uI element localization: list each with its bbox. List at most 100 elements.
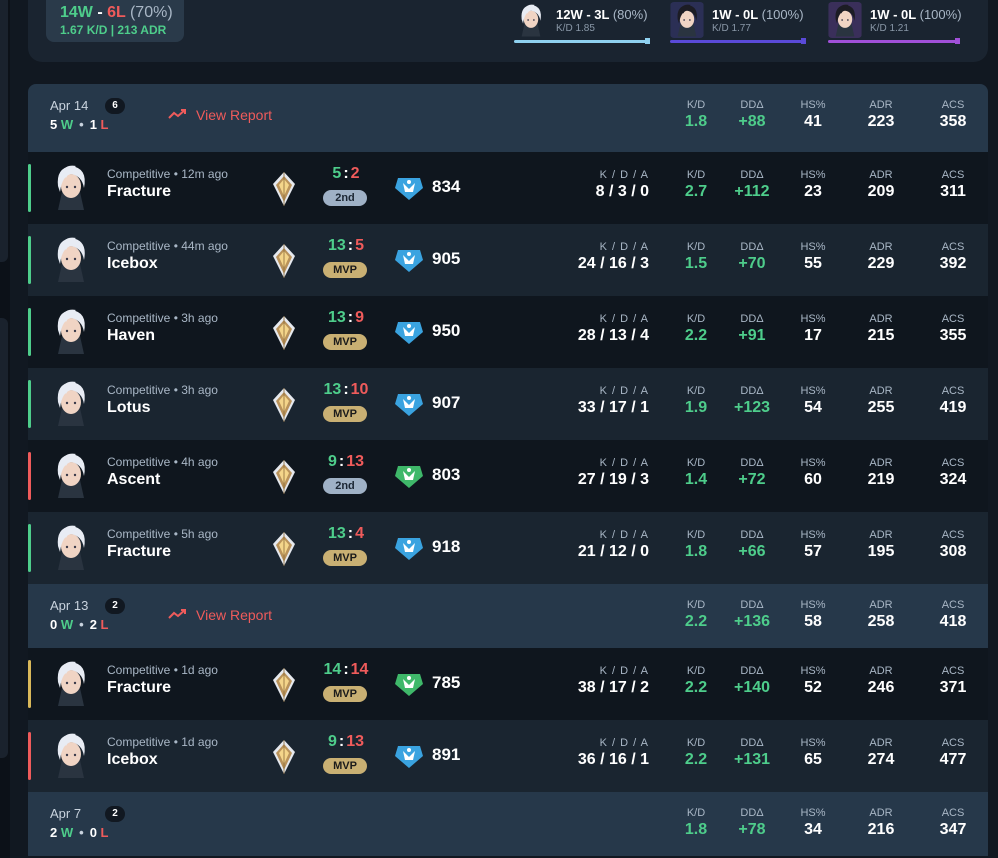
day-date: Apr 14 xyxy=(50,98,89,113)
agent-portrait-icon xyxy=(48,522,94,572)
stat-adr: ADR 215 xyxy=(867,313,895,344)
stat-kd: K/D 2.2 xyxy=(684,737,708,768)
stat-hs: HS% 17 xyxy=(800,313,826,344)
stat-acs: ACS 392 xyxy=(939,241,967,272)
agent-bar-end xyxy=(645,38,650,44)
match-row[interactable]: Competitive • 12m ago Fracture 5:2 2nd 8… xyxy=(28,152,988,224)
stat-kd: K/D 2.2 xyxy=(684,599,708,630)
match-mode-time: Competitive • 1d ago xyxy=(107,735,218,749)
summary-panel: 14W - 6L (70%) 1.67 K/D | 213 ADR 12W - … xyxy=(28,0,988,62)
stat-hs: HS% 52 xyxy=(800,665,826,696)
stat-kda: K / D / A 27 / 19 / 3 xyxy=(577,457,649,488)
result-indicator xyxy=(28,732,31,780)
result-indicator xyxy=(28,380,31,428)
day-match-count: 2 xyxy=(105,598,125,614)
map-name: Fracture xyxy=(107,543,172,560)
agent-bar xyxy=(670,40,806,43)
day-record: 5 W • 1 L xyxy=(50,117,109,132)
stat-adr: ADR 209 xyxy=(867,169,895,200)
match-row[interactable]: Competitive • 3h ago Haven 13:9 MVP 950 … xyxy=(28,296,988,368)
agent-kd: K/D 1.85 xyxy=(556,23,595,34)
map-name: Icebox xyxy=(107,255,158,272)
stat-kd: K/D 1.4 xyxy=(684,457,708,488)
stat-hs: HS% 60 xyxy=(800,457,826,488)
rr-tier-icon xyxy=(394,462,424,490)
stat-dd: DDΔ +70 xyxy=(738,241,766,272)
stat-dd: DDΔ +136 xyxy=(733,599,771,630)
agent-bar-end xyxy=(801,38,806,44)
rank-rating: 891 xyxy=(432,745,461,764)
match-row[interactable]: Competitive • 3h ago Lotus 13:10 MVP 907… xyxy=(28,368,988,440)
rr-tier-icon xyxy=(394,670,424,698)
agent-stat-1[interactable]: 12W - 3L (80%) K/D 1.85 xyxy=(514,2,650,44)
stat-kda: K / D / A 24 / 16 / 3 xyxy=(577,241,649,272)
stat-adr: ADR 195 xyxy=(867,529,895,560)
match-row[interactable]: Competitive • 1d ago Icebox 9:13 MVP 891… xyxy=(28,720,988,792)
result-indicator xyxy=(28,660,31,708)
stat-acs: ACS 419 xyxy=(939,385,967,416)
agent-winrate: (100%) xyxy=(919,7,962,22)
agent-portrait-icon xyxy=(48,234,94,284)
agent-portrait-icon xyxy=(48,306,94,356)
result-indicator xyxy=(28,236,31,284)
stat-kd: K/D 1.8 xyxy=(684,529,708,560)
result-indicator xyxy=(28,524,31,572)
agent-portrait-icon xyxy=(48,378,94,428)
agent-portrait-icon xyxy=(48,658,94,708)
stat-kda: K / D / A 33 / 17 / 1 xyxy=(577,385,649,416)
stat-hs: HS% 57 xyxy=(800,529,826,560)
rr-tier-icon xyxy=(394,318,424,346)
gold-rank-icon xyxy=(271,458,297,496)
agent-kd: K/D 1.21 xyxy=(870,23,909,34)
stat-acs: ACS 358 xyxy=(939,99,967,130)
view-report-label: View Report xyxy=(196,107,273,123)
stat-dd: DDΔ +78 xyxy=(738,807,766,838)
stat-acs: ACS 355 xyxy=(939,313,967,344)
stat-acs: ACS 347 xyxy=(939,807,967,838)
placement-badge: MVP xyxy=(323,686,367,702)
stat-dd: DDΔ +123 xyxy=(733,385,771,416)
match-mode-time: Competitive • 1d ago xyxy=(107,663,218,677)
map-name: Ascent xyxy=(107,471,161,488)
gold-rank-icon xyxy=(271,666,297,704)
stat-kd: K/D 1.8 xyxy=(684,99,708,130)
match-row[interactable]: Competitive • 4h ago Ascent 9:13 2nd 803… xyxy=(28,440,988,512)
stat-dd: DDΔ +140 xyxy=(733,665,771,696)
map-name: Fracture xyxy=(107,183,172,200)
agent-winrate: (100%) xyxy=(761,7,804,22)
stat-hs: HS% 65 xyxy=(800,737,826,768)
match-row[interactable]: Competitive • 5h ago Fracture 13:4 MVP 9… xyxy=(28,512,988,584)
match-score: 9:13 xyxy=(327,453,365,470)
agent-portrait-icon xyxy=(48,450,94,500)
stat-kda: K / D / A 28 / 13 / 4 xyxy=(577,313,649,344)
agent-record: 1W - 0L xyxy=(712,7,758,22)
stat-dd: DDΔ +88 xyxy=(738,99,766,130)
map-name: Lotus xyxy=(107,399,151,416)
trend-line-icon xyxy=(168,107,188,123)
stat-hs: HS% 55 xyxy=(800,241,826,272)
view-report-link[interactable]: View Report xyxy=(168,107,272,123)
gold-rank-icon xyxy=(271,170,297,208)
view-report-link[interactable]: View Report xyxy=(168,607,272,623)
overall-winrate: (70%) xyxy=(129,4,173,21)
stat-kd: K/D 2.2 xyxy=(684,665,708,696)
stat-adr: ADR 246 xyxy=(867,665,895,696)
stat-dd: DDΔ +112 xyxy=(734,169,770,200)
day-match-count: 6 xyxy=(105,98,125,114)
agent-stat-2[interactable]: 1W - 0L (100%) K/D 1.77 xyxy=(670,2,806,44)
stat-adr: ADR 219 xyxy=(867,457,895,488)
agent-stat-3[interactable]: 1W - 0L (100%) K/D 1.21 xyxy=(828,2,962,44)
day-header: Apr 13 2 0 W • 2 L View Report K/D 2.2 DDΔ… xyxy=(28,584,988,648)
match-row[interactable]: Competitive • 1d ago Fracture 14:14 MVP … xyxy=(28,648,988,720)
stat-kda: K / D / A 38 / 17 / 2 xyxy=(577,665,649,696)
stat-acs: ACS 371 xyxy=(939,665,967,696)
map-name: Fracture xyxy=(107,679,172,696)
day-record: 0 W • 2 L xyxy=(50,617,109,632)
agent-portrait-icon xyxy=(48,730,94,780)
stat-kda: K / D / A 36 / 16 / 1 xyxy=(577,737,649,768)
result-indicator xyxy=(28,452,31,500)
match-row[interactable]: Competitive • 44m ago Icebox 13:5 MVP 90… xyxy=(28,224,988,296)
stat-adr: ADR 274 xyxy=(867,737,895,768)
rank-rating: 905 xyxy=(432,249,461,268)
view-report-label: View Report xyxy=(196,607,273,623)
